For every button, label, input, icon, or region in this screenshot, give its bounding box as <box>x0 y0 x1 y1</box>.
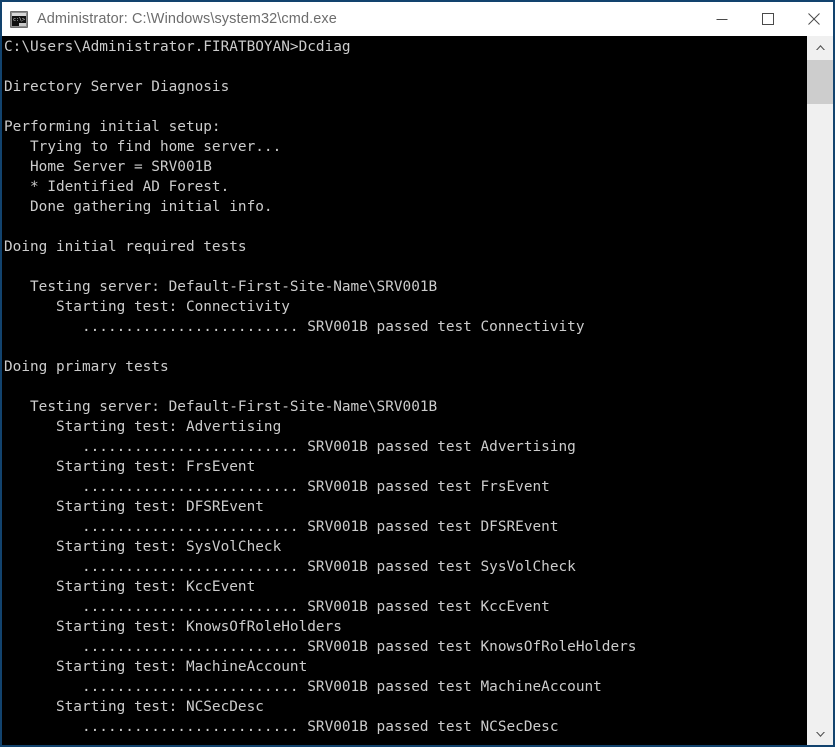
scrollbar-thumb[interactable] <box>807 60 833 104</box>
scroll-up-button[interactable] <box>807 36 833 58</box>
window-controls <box>699 1 833 37</box>
vertical-scrollbar[interactable] <box>807 36 833 745</box>
maximize-icon <box>762 13 774 25</box>
console-text: C:\Users\Administrator.FIRATBOYAN>Dcdiag… <box>4 39 637 735</box>
console-output-area[interactable]: C:\Users\Administrator.FIRATBOYAN>Dcdiag… <box>2 36 811 745</box>
close-button[interactable] <box>791 1 833 37</box>
maximize-button[interactable] <box>745 1 791 37</box>
title-bar[interactable]: c:\> Administrator: C:\Windows\system32\… <box>2 0 833 37</box>
close-icon <box>808 13 820 25</box>
minimize-icon <box>716 19 728 20</box>
scroll-down-button[interactable] <box>807 723 833 745</box>
window-title: Administrator: C:\Windows\system32\cmd.e… <box>37 11 337 27</box>
chevron-down-icon <box>815 731 825 737</box>
minimize-button[interactable] <box>699 1 745 37</box>
console-window-icon: c:\> <box>10 10 28 28</box>
cmd-window: c:\> Administrator: C:\Windows\system32\… <box>0 0 835 747</box>
chevron-up-icon <box>815 44 825 50</box>
